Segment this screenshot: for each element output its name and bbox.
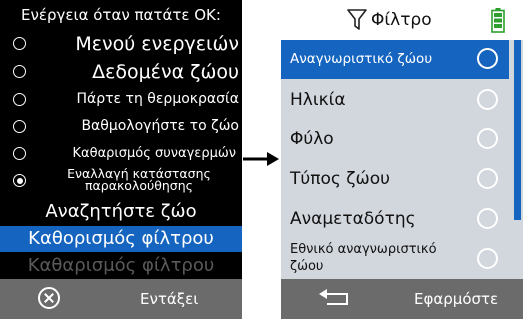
radio-icon: [477, 248, 498, 269]
filter-item-label: Ηλικία: [290, 90, 346, 110]
define-filter-item[interactable]: Καθορισμός φίλτρου: [0, 226, 242, 252]
filter-item-animal-type[interactable]: Τύπος ζώου: [281, 160, 509, 199]
filter-item-label: Αναμεταδότης: [290, 209, 416, 229]
apply-button[interactable]: Εφαρμόστε: [414, 279, 498, 319]
transition-arrow-icon: [243, 152, 279, 166]
filter-item-label: Φύλο: [290, 129, 334, 149]
left-footer: Εντάξει: [0, 279, 242, 319]
filter-topbar: Φίλτρο: [281, 0, 523, 40]
filter-item-label-line2: ζώου: [290, 259, 324, 274]
page-title: Φίλτρο: [371, 10, 432, 30]
radio-icon: [13, 65, 26, 78]
radio-icon: [477, 208, 498, 229]
filter-item-national-id[interactable]: Εθνικό αναγνωριστικό ζώου: [281, 238, 509, 277]
funnel-icon: [347, 9, 367, 30]
filter-item-label: Εθνικό αναγνωριστικό ζώου: [290, 241, 437, 275]
left-screen: Ενέργεια όταν πατάτε ΟΚ: Μενού ενεργειών…: [0, 0, 242, 319]
radio-icon: [13, 37, 26, 50]
ok-button[interactable]: Εντάξει: [140, 279, 240, 319]
back-arrow-icon[interactable]: [317, 289, 353, 309]
filter-item-age[interactable]: Ηλικία: [281, 81, 509, 120]
option-take-temperature[interactable]: Πάρτε τη θερμοκρασία: [0, 86, 242, 113]
filter-item-label: Τύπος ζώου: [290, 169, 390, 189]
option-label: Μενού ενεργειών: [75, 33, 239, 55]
radio-icon: [477, 48, 498, 69]
option-label: Εναλλαγή κατάστασης παρακολούθησης: [39, 167, 239, 193]
clear-filter-item[interactable]: Καθαρισμός φίλτρου: [0, 253, 242, 279]
close-circle-icon[interactable]: [38, 287, 60, 309]
radio-checked-icon: [13, 174, 26, 187]
option-clear-alarms[interactable]: Καθαρισμός συναγερμών: [0, 140, 242, 168]
option-label: Πάρτε τη θερμοκρασία: [76, 91, 239, 107]
menu-header: Ενέργεια όταν πατάτε ΟΚ:: [21, 6, 221, 24]
action-menu-panel: Ενέργεια όταν πατάτε ΟΚ: Μενού ενεργειών…: [0, 0, 242, 279]
filter-item-label: Αναγνωριστικό ζώου: [290, 51, 433, 67]
option-action-menu[interactable]: Μενού ενεργειών: [0, 30, 242, 58]
option-toggle-monitoring[interactable]: Εναλλαγή κατάστασης παρακολούθησης: [0, 167, 242, 194]
filter-item-transponder[interactable]: Αναμεταδότης: [281, 200, 509, 239]
option-label-line2: παρακολούθησης: [85, 178, 193, 193]
right-footer: Εφαρμόστε: [281, 279, 523, 319]
radio-icon: [13, 119, 26, 133]
filter-item-animal-id[interactable]: Αναγνωριστικό ζώου: [281, 40, 509, 79]
option-label: Βαθμολογήστε το ζώο: [81, 118, 239, 134]
option-label: Δεδομένα ζώου: [92, 61, 239, 83]
radio-icon: [13, 147, 26, 160]
filter-list: Αναγνωριστικό ζώου Ηλικία Φύλο Τύπος ζώο…: [281, 40, 523, 279]
filter-item-label-line1: Εθνικό αναγνωριστικό: [290, 242, 437, 257]
search-animal-item[interactable]: Αναζητήστε ζώο: [0, 199, 242, 225]
option-animal-data[interactable]: Δεδομένα ζώου: [0, 58, 242, 86]
radio-icon: [477, 168, 498, 189]
option-label: Καθαρισμός συναγερμών: [72, 146, 236, 161]
scrollbar[interactable]: [514, 40, 521, 220]
radio-icon: [477, 89, 498, 110]
right-screen: Φίλτρο Αναγνωριστικό ζώου Ηλικία Φύλο Τύ…: [281, 0, 523, 319]
option-score-animal[interactable]: Βαθμολογήστε το ζώο: [0, 113, 242, 140]
battery-icon: [491, 8, 505, 33]
radio-icon: [477, 128, 498, 149]
filter-item-sex[interactable]: Φύλο: [281, 120, 509, 159]
radio-icon: [13, 92, 26, 106]
